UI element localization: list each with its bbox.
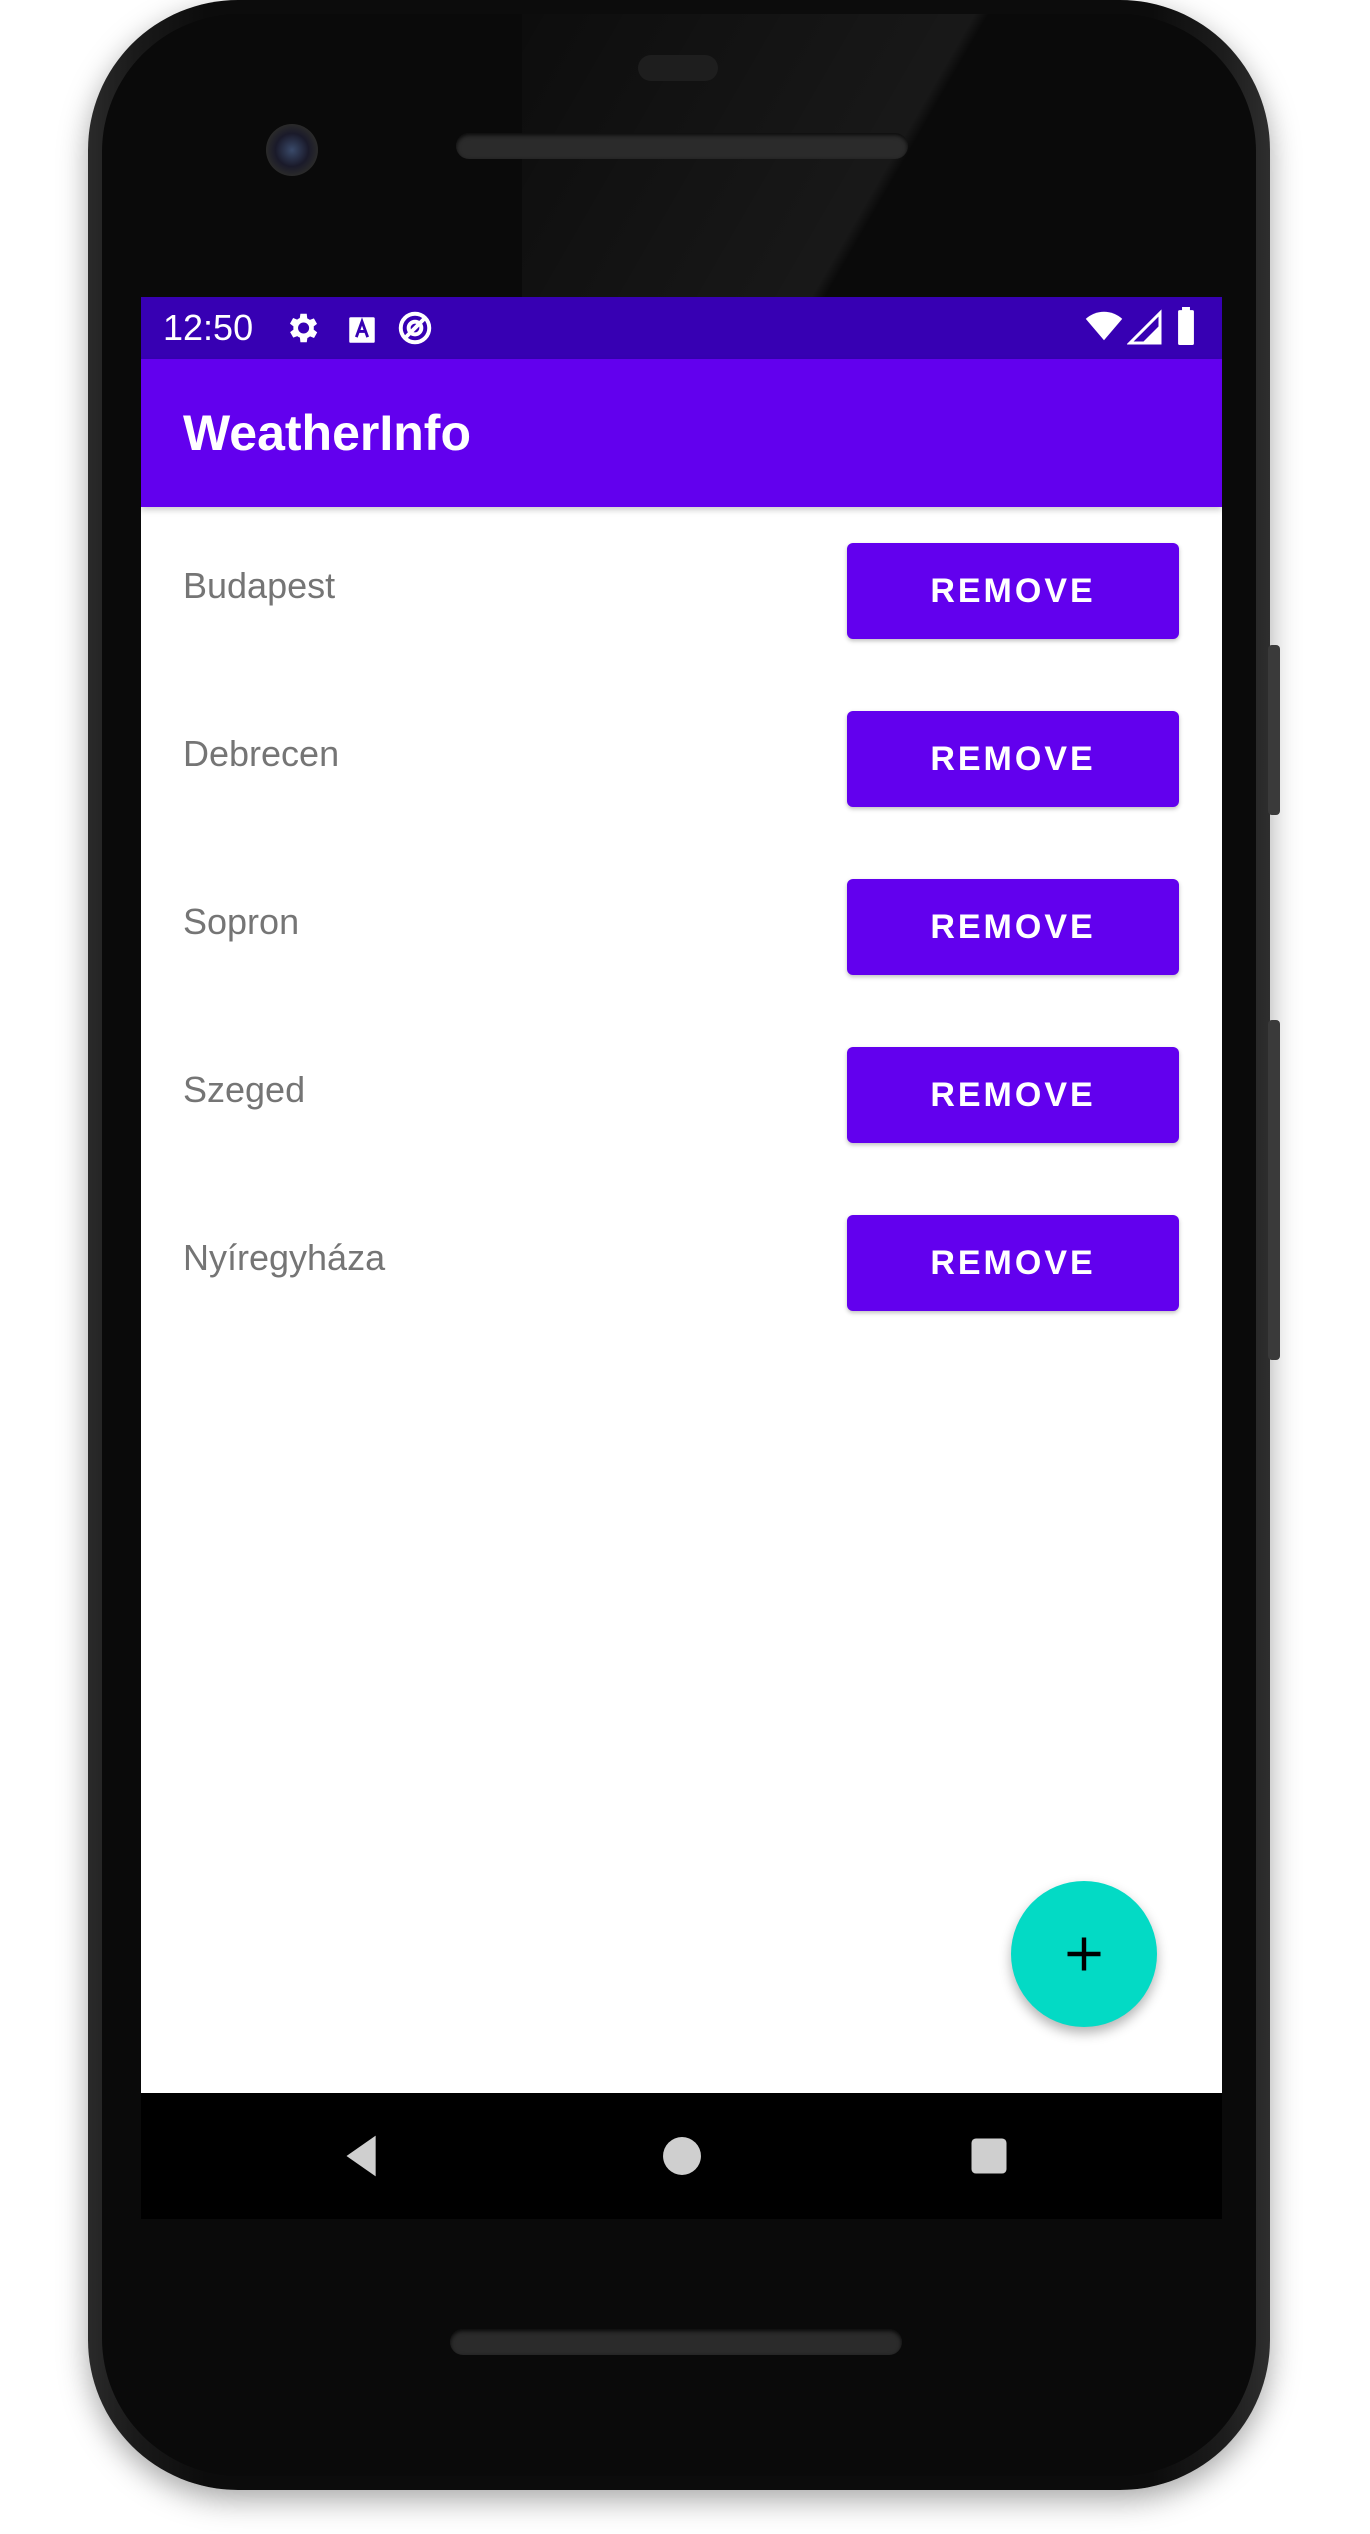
gear-icon (289, 313, 318, 343)
bottom-speaker (450, 2329, 902, 2355)
data-saver-icon (398, 311, 432, 345)
city-list: Budapest REMOVE Debrecen REMOVE Sopron R… (141, 507, 1222, 1347)
remove-button[interactable]: REMOVE (847, 1215, 1179, 1311)
proximity-sensor (638, 55, 718, 81)
volume-button[interactable] (1268, 1020, 1280, 1360)
signal-icon (1127, 309, 1162, 345)
navigation-bar (141, 2093, 1222, 2219)
app-bar: WeatherInfo (141, 359, 1222, 507)
status-time: 12:50 (163, 307, 254, 348)
list-item: Szeged REMOVE (141, 1011, 1222, 1179)
wifi-icon (1085, 311, 1123, 341)
city-name: Szeged (183, 1069, 306, 1110)
front-camera (266, 124, 318, 176)
home-icon (663, 2137, 701, 2175)
earpiece-speaker (456, 133, 908, 159)
remove-button[interactable]: REMOVE (847, 711, 1179, 807)
status-bar: 12:50 (141, 297, 1222, 359)
list-item: Debrecen REMOVE (141, 675, 1222, 843)
remove-button[interactable]: REMOVE (847, 543, 1179, 639)
text-a-icon (349, 317, 375, 343)
back-button[interactable] (329, 2121, 399, 2191)
recents-icon (971, 2138, 1007, 2174)
list-item: Budapest REMOVE (141, 507, 1222, 675)
home-button[interactable] (647, 2121, 717, 2191)
app-screen: 12:50 WeatherInfo Budapest REMOVE Debrec… (141, 297, 1222, 2093)
power-button[interactable] (1268, 645, 1280, 815)
list-item: Nyíregyháza REMOVE (141, 1179, 1222, 1347)
remove-button[interactable]: REMOVE (847, 1047, 1179, 1143)
city-name: Budapest (183, 565, 336, 606)
app-title: WeatherInfo (183, 405, 471, 461)
city-name: Debrecen (183, 733, 340, 774)
back-icon (346, 2135, 376, 2177)
battery-icon (1178, 307, 1194, 345)
list-item: Sopron REMOVE (141, 843, 1222, 1011)
add-city-fab[interactable] (1011, 1881, 1157, 2027)
recents-button[interactable] (954, 2121, 1024, 2191)
page: 12:50 WeatherInfo Budapest REMOVE Debrec… (0, 0, 1370, 2534)
city-name: Nyíregyháza (183, 1237, 386, 1278)
remove-button[interactable]: REMOVE (847, 879, 1179, 975)
city-name: Sopron (183, 901, 300, 942)
plus-icon (1067, 1937, 1101, 1971)
